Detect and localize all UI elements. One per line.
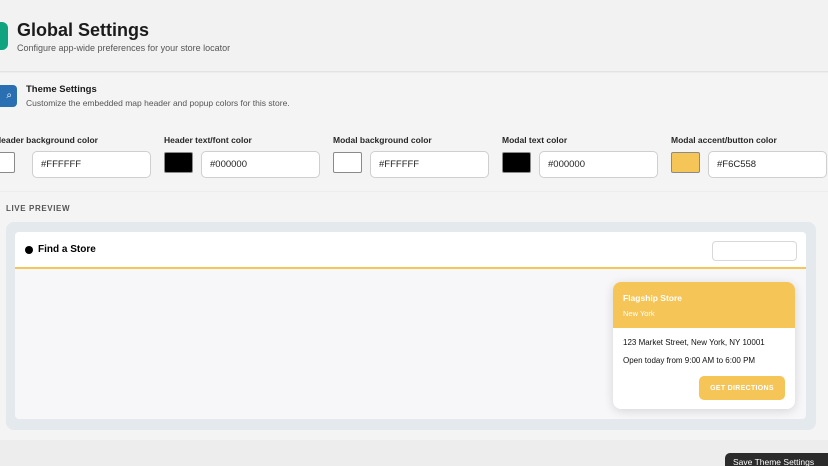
section-description: Customize the embedded map header and po… [26,98,290,108]
header-text-color-input[interactable] [201,151,320,178]
color-swatch[interactable] [671,152,700,173]
map-search-input[interactable] [712,241,797,261]
field-label: Header text/font color [164,135,252,145]
modal-accent-color-field: Modal accent/button color [671,133,828,181]
page-subtitle: Configure app-wide preferences for your … [17,43,231,53]
modal-text-color-input[interactable] [539,151,658,178]
map-header-title: Find a Store [38,244,96,255]
section-title: Theme Settings [26,84,97,95]
popup-hours: Open today from 9:00 AM to 6:00 PM [623,356,756,365]
search-icon: ⌕ [0,85,17,107]
color-swatch[interactable] [502,152,531,173]
header-bg-color-field: Header background color [0,133,160,181]
app-logo-icon [0,22,8,50]
popup-store-name: Flagship Store [623,293,683,303]
modal-bg-color-input[interactable] [370,151,489,178]
color-swatch[interactable] [333,152,362,173]
modal-accent-color-input[interactable] [708,151,827,178]
popup-address: 123 Market Street, New York, NY 10001 [623,338,765,347]
field-label: Modal accent/button color [671,135,777,145]
map-header-dot-icon [25,246,33,254]
color-swatch[interactable] [164,152,193,173]
store-popup: Flagship Store New York 123 Market Stree… [613,282,795,409]
field-label: Modal text color [502,135,568,145]
field-label: Header background color [0,135,98,145]
save-theme-settings-button[interactable]: Save Theme Settings [725,453,828,466]
map-header [15,232,806,269]
modal-text-color-field: Modal text color [502,133,667,181]
popup-header: Flagship Store New York [613,282,795,328]
page-title: Global Settings [17,20,150,40]
preview-label: LIVE PREVIEW [6,204,71,213]
page-header: Global Settings Configure app-wide prefe… [0,0,828,72]
color-swatch[interactable] [0,152,15,173]
popup-store-city: New York [623,309,655,318]
header-bg-color-input[interactable] [32,151,151,178]
header-text-color-field: Header text/font color [164,133,329,181]
get-directions-button[interactable]: GET DIRECTIONS [699,376,785,400]
field-label: Modal background color [333,135,432,145]
modal-bg-color-field: Modal background color [333,133,498,181]
